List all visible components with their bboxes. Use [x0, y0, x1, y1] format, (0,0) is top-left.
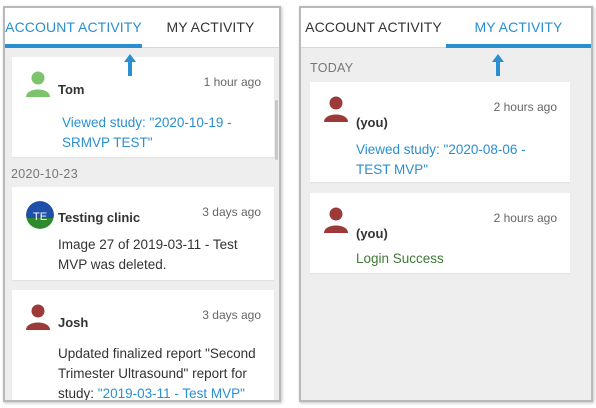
date-group-header: TODAY: [310, 61, 354, 75]
activity-user-name: Josh: [58, 315, 89, 330]
person-icon: [26, 71, 50, 97]
activity-time: 3 days ago: [202, 308, 261, 322]
activity-description-link[interactable]: Viewed study: "2020-10-19 - SRMVP TEST": [62, 113, 262, 153]
tab-account-activity[interactable]: ACCOUNT ACTIVITY: [301, 8, 446, 47]
my-activity-panel: ACCOUNT ACTIVITY MY ACTIVITY TODAY (you)…: [299, 6, 593, 402]
activity-time: 1 hour ago: [203, 75, 261, 89]
activity-time: 2 hours ago: [493, 211, 557, 225]
activity-description: Updated finalized report "Second Trimest…: [58, 344, 262, 400]
arrow-up-icon: [492, 54, 504, 76]
tab-my-activity[interactable]: MY ACTIVITY: [446, 8, 591, 48]
activity-user-name: (you): [356, 115, 388, 130]
activity-card[interactable]: (you) 2 hours ago Login Success: [310, 193, 570, 273]
person-icon: [26, 304, 50, 330]
activity-description-link[interactable]: Viewed study: "2020-08-06 - TEST MVP": [356, 140, 558, 180]
account-activity-panel: ACCOUNT ACTIVITY MY ACTIVITY Tom 1 hour …: [3, 6, 281, 402]
study-link[interactable]: "2019-03-11 - Test MVP": [98, 386, 245, 400]
activity-time: 3 days ago: [202, 205, 261, 219]
person-icon: [324, 96, 348, 122]
clinic-avatar: TE: [26, 201, 54, 229]
activity-card[interactable]: TE Testing clinic 3 days ago Image 27 of…: [12, 187, 274, 280]
tab-account-activity[interactable]: ACCOUNT ACTIVITY: [5, 8, 142, 48]
activity-card[interactable]: (you) 2 hours ago Viewed study: "2020-08…: [310, 82, 570, 182]
activity-description: Image 27 of 2019-03-11 - Test MVP was de…: [58, 237, 238, 272]
activity-time: 2 hours ago: [493, 100, 557, 114]
tab-my-activity[interactable]: MY ACTIVITY: [142, 8, 279, 47]
tab-bar: ACCOUNT ACTIVITY MY ACTIVITY: [5, 8, 279, 48]
activity-user-name: (you): [356, 226, 388, 241]
activity-user-name: Tom: [58, 82, 85, 97]
activity-user-name: Testing clinic: [58, 210, 141, 225]
activity-card[interactable]: Josh 3 days ago Updated finalized report…: [12, 290, 274, 400]
date-group-header: 2020-10-23: [11, 167, 78, 181]
scrollbar[interactable]: [275, 50, 278, 400]
activity-card[interactable]: Tom 1 hour ago Viewed study: "2020-10-19…: [12, 57, 274, 157]
person-icon: [324, 207, 348, 233]
arrow-up-icon: [124, 54, 136, 76]
activity-description: Login Success: [356, 251, 444, 266]
tab-bar: ACCOUNT ACTIVITY MY ACTIVITY: [301, 8, 591, 48]
clinic-initials: TE: [33, 211, 47, 223]
